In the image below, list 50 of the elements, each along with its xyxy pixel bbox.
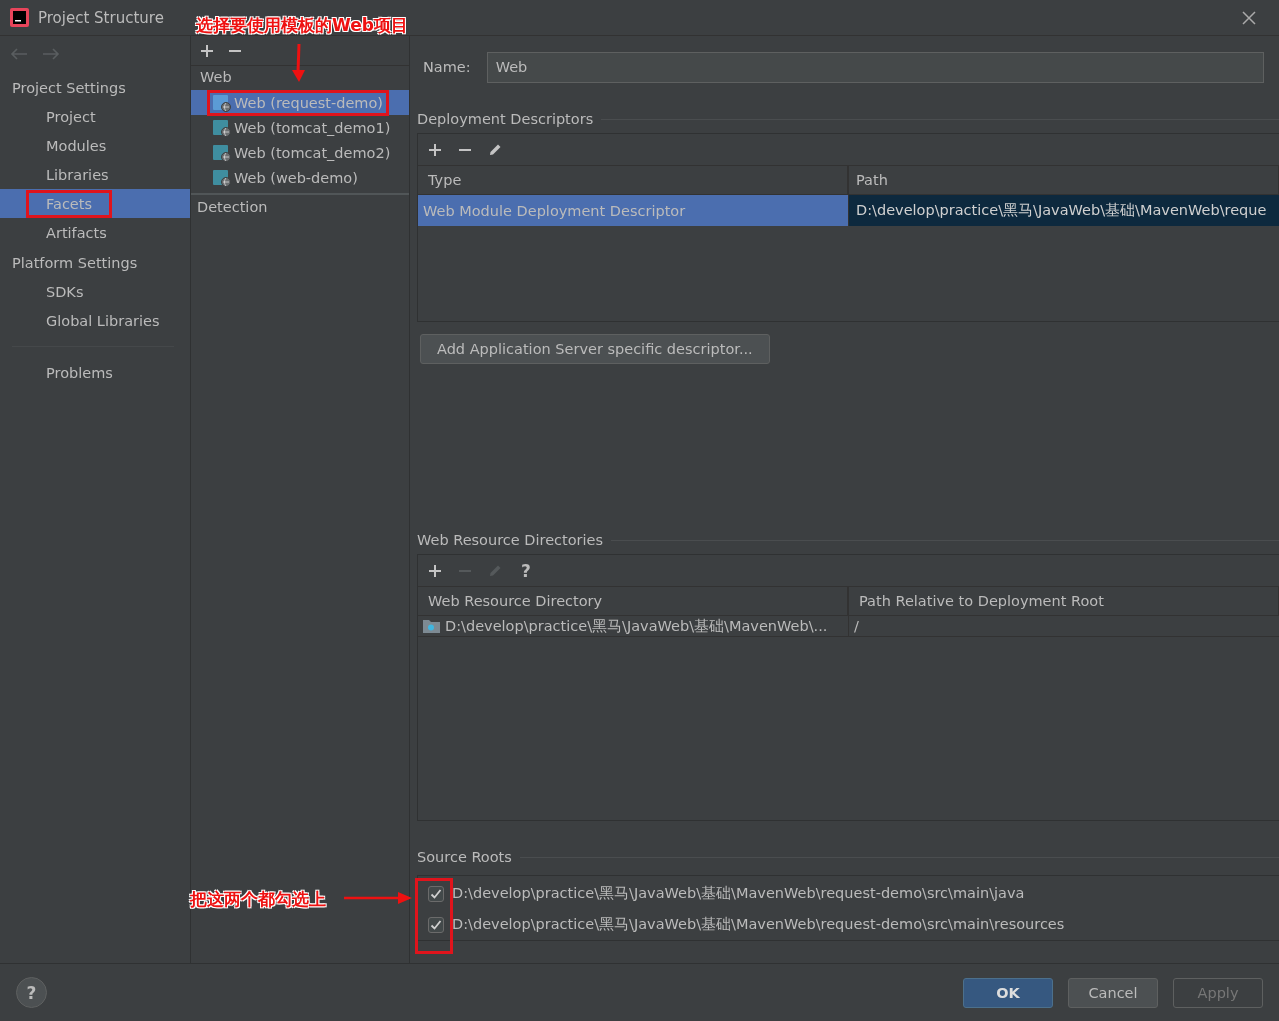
name-field[interactable]: Web	[486, 51, 1264, 83]
facet-item[interactable]: Web (web-demo)	[191, 165, 409, 190]
sidebar-heading: Project Settings	[11, 79, 127, 98]
section-title: Web Resource Directories	[417, 530, 1279, 550]
table-cell[interactable]: /	[848, 616, 1279, 636]
web-module-icon	[213, 118, 231, 137]
dialog-button[interactable]: OK	[963, 977, 1053, 1008]
web-module-icon	[213, 143, 231, 162]
table-cell[interactable]: D:\develop\practice\黑马\JavaWeb\基础\MavenWeb\...	[418, 616, 848, 636]
sidebar-item[interactable]: Global Libraries	[0, 306, 190, 335]
web-module-icon	[213, 168, 231, 187]
column-header: Web Resource Directory	[418, 587, 848, 615]
table-cell[interactable]: D:\develop\practice\黑马\JavaWeb\基础\MavenWeb\reque	[848, 195, 1279, 226]
annotation-arrow	[344, 891, 412, 905]
help-button[interactable]: ?	[16, 977, 47, 1008]
checkbox[interactable]	[428, 916, 444, 933]
sidebar-item[interactable]: Problems	[0, 358, 190, 387]
facet-item[interactable]: Web (tomcat_demo2)	[191, 140, 409, 165]
annotation-text: 选择要使用模板的Web项目	[196, 14, 408, 37]
annotation-text: 把这两个都勾选上	[190, 888, 326, 911]
help-button[interactable]: ?	[517, 560, 535, 581]
window-title: Project Structure	[38, 8, 164, 27]
sidebar-item[interactable]: Project	[0, 102, 190, 131]
checkbox[interactable]	[428, 885, 444, 902]
add-icon[interactable]	[427, 562, 443, 579]
path-label: D:\develop\practice\黑马\JavaWeb\基础\MavenWeb\request-demo\src\main\resources	[452, 915, 1065, 934]
column-header: Type	[418, 166, 848, 194]
sidebar-item[interactable]: Libraries	[0, 160, 190, 189]
folder-icon	[423, 619, 440, 633]
column-header: Path	[848, 166, 1279, 194]
section-title: Source Roots	[417, 847, 1279, 867]
sidebar-item[interactable]: Artifacts	[0, 218, 190, 247]
app-logo-icon	[10, 8, 29, 27]
path-label: D:\develop\practice\黑马\JavaWeb\基础\MavenWeb\request-demo\src\main\java	[452, 884, 1025, 903]
sidebar-item[interactable]: Modules	[0, 131, 190, 160]
name-label: Name:	[423, 59, 471, 75]
add-icon[interactable]	[199, 42, 215, 59]
close-button[interactable]	[1241, 9, 1257, 26]
dialog-button[interactable]: Cancel	[1068, 977, 1158, 1008]
add-icon[interactable]	[427, 141, 443, 158]
section-title: Deployment Descriptors	[417, 109, 1279, 129]
tree-item[interactable]: Detection	[191, 195, 409, 215]
web-module-icon	[213, 93, 231, 112]
sidebar-item[interactable]: SDKs	[0, 277, 190, 306]
tree-heading: Web	[199, 68, 233, 87]
add-descriptor-button[interactable]: Add Application Server specific descriptor...	[420, 334, 770, 364]
column-header: Path Relative to Deployment Root	[848, 587, 1279, 615]
annotation-arrow	[291, 44, 307, 82]
facet-item[interactable]: Web (tomcat_demo1)	[191, 115, 409, 140]
sidebar-heading: Platform Settings	[11, 254, 139, 273]
